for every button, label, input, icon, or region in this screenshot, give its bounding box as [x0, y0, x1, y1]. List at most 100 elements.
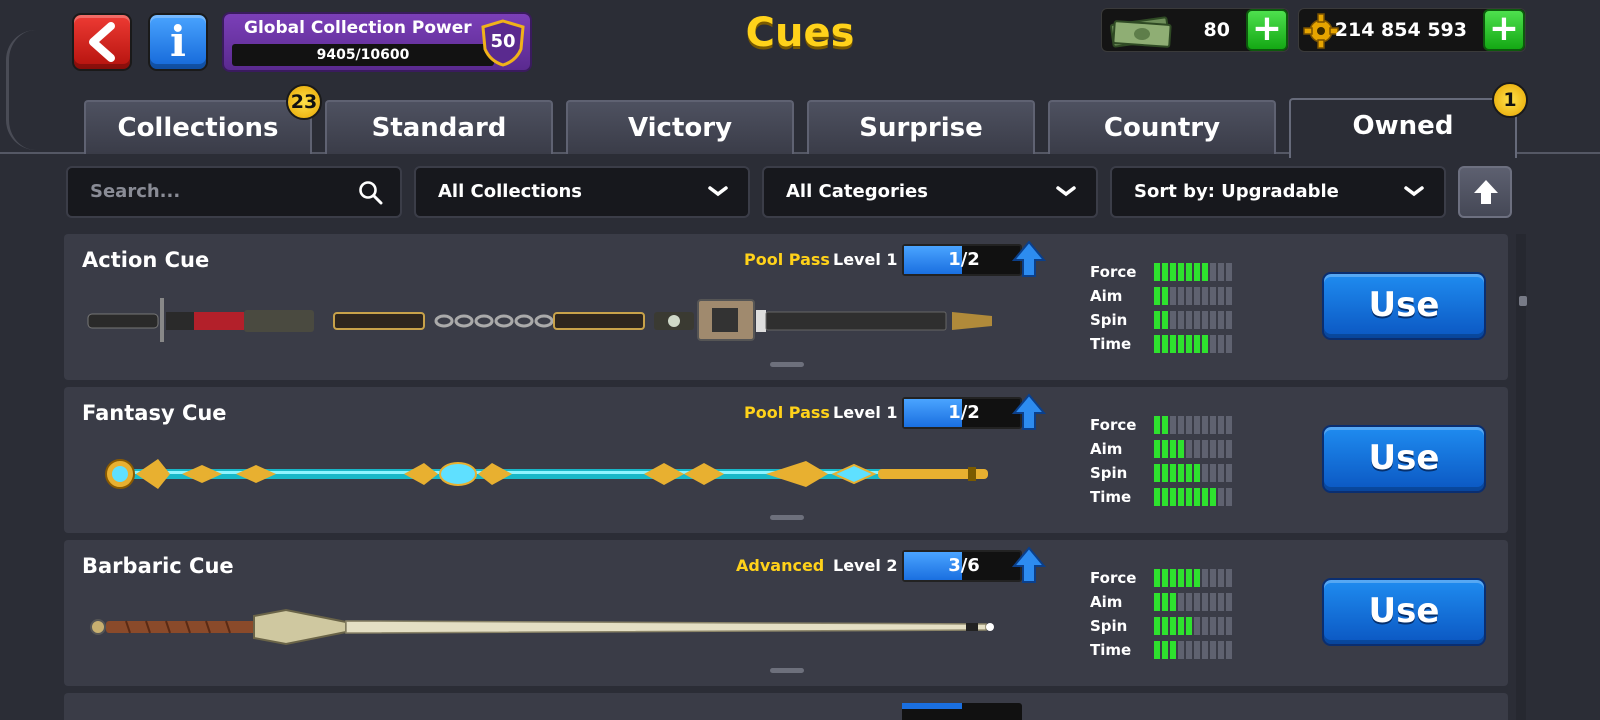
stat-segment	[1226, 488, 1232, 506]
stat-segment	[1210, 263, 1216, 281]
cash-display: 80 +	[1101, 8, 1289, 52]
stat-segment	[1162, 464, 1168, 482]
cue-name: Fantasy Cue	[82, 401, 227, 425]
stat-segment	[1218, 488, 1224, 506]
stat-segment	[1170, 416, 1176, 434]
upgrade-arrow-icon[interactable]	[1012, 393, 1046, 431]
stat-aim: Aim	[1090, 284, 1350, 308]
stat-bar	[1154, 311, 1232, 329]
stat-segment	[1186, 335, 1192, 353]
stat-segment	[1202, 263, 1208, 281]
tab-label: Country	[1103, 113, 1221, 143]
stat-segment	[1154, 335, 1160, 353]
stat-segment	[1210, 464, 1216, 482]
stat-segment	[1170, 335, 1176, 353]
stat-segment	[1162, 335, 1168, 353]
stat-segment	[1162, 311, 1168, 329]
stat-label: Time	[1090, 488, 1132, 506]
barbaric-cue-image	[90, 608, 994, 646]
stat-segment	[1194, 593, 1200, 611]
cue-card-partial[interactable]	[64, 693, 1508, 720]
categories-select[interactable]: All Categories	[762, 166, 1098, 218]
stat-segment	[1202, 593, 1208, 611]
stat-segment	[1202, 416, 1208, 434]
cue-progress-text: 1/2	[948, 249, 980, 270]
stat-segment	[1154, 569, 1160, 587]
cue-progress-bar: 3/6	[902, 550, 1022, 582]
level-shield-icon: 50	[480, 19, 526, 67]
cue-card-barbaric[interactable]: Barbaric Cue Advanced Level 2 3/6 Force …	[64, 540, 1508, 686]
stat-segment	[1226, 464, 1232, 482]
stat-segment	[1178, 311, 1184, 329]
expand-handle[interactable]	[770, 668, 804, 673]
stat-segment	[1186, 440, 1192, 458]
stat-segment	[1202, 464, 1208, 482]
back-button[interactable]	[72, 13, 132, 71]
stat-segment	[1178, 287, 1184, 305]
stat-segment	[1178, 593, 1184, 611]
stat-segment	[1194, 569, 1200, 587]
stat-segment	[1194, 311, 1200, 329]
tab-victory[interactable]: Victory	[566, 100, 794, 154]
info-button[interactable]: i	[148, 13, 208, 71]
tab-surprise[interactable]: Surprise	[807, 100, 1035, 154]
search-input[interactable]	[90, 181, 330, 202]
scrollbar-thumb[interactable]	[1519, 296, 1527, 306]
stat-segment	[1186, 569, 1192, 587]
global-collection-power[interactable]: Global Collection Power 9405/10600 50	[222, 12, 532, 72]
upgrade-arrow-icon[interactable]	[1012, 546, 1046, 584]
tab-country[interactable]: Country	[1048, 100, 1276, 154]
stat-segment	[1154, 311, 1160, 329]
stat-segment	[1170, 311, 1176, 329]
sort-select[interactable]: Sort by: Upgradable	[1110, 166, 1446, 218]
add-cash-button[interactable]: +	[1246, 9, 1288, 51]
stat-bar	[1154, 440, 1232, 458]
stat-segment	[1210, 287, 1216, 305]
stat-segment	[1194, 263, 1200, 281]
cash-icon	[1110, 16, 1172, 48]
scrollbar-track[interactable]	[1516, 234, 1526, 720]
search-box[interactable]	[66, 166, 402, 218]
sort-direction-button[interactable]	[1458, 166, 1512, 218]
stat-bar	[1154, 416, 1232, 434]
chevron-down-icon	[708, 186, 728, 197]
stat-segment	[1226, 335, 1232, 353]
use-button[interactable]: Use	[1322, 425, 1486, 493]
stat-segment	[1178, 440, 1184, 458]
gcp-progress: 9405/10600	[232, 44, 494, 66]
stat-segment	[1162, 641, 1168, 659]
tab-label: Surprise	[859, 113, 983, 143]
tab-owned[interactable]: Owned	[1289, 98, 1517, 158]
collections-select[interactable]: All Collections	[414, 166, 750, 218]
back-arrow-icon	[89, 22, 115, 62]
stat-segment	[1178, 335, 1184, 353]
stat-segment	[1210, 488, 1216, 506]
stat-segment	[1194, 416, 1200, 434]
stat-segment	[1186, 416, 1192, 434]
expand-handle[interactable]	[770, 515, 804, 520]
cue-card-fantasy[interactable]: Fantasy Cue Pool Pass Level 1 1/2 Force …	[64, 387, 1508, 533]
stat-segment	[1178, 263, 1184, 281]
stat-segment	[1154, 641, 1160, 659]
stat-segment	[1162, 263, 1168, 281]
expand-handle[interactable]	[770, 362, 804, 367]
cue-card-action[interactable]: Action Cue Pool Pass Level 1 1/2 Force A…	[64, 234, 1508, 380]
stat-label: Force	[1090, 416, 1137, 434]
use-button[interactable]: Use	[1322, 578, 1486, 646]
gcp-label: Global Collection Power	[244, 18, 472, 38]
stat-label: Spin	[1090, 311, 1128, 329]
stat-segment	[1154, 416, 1160, 434]
tab-standard[interactable]: Standard	[325, 100, 553, 154]
stat-segment	[1194, 641, 1200, 659]
use-button[interactable]: Use	[1322, 272, 1486, 340]
cue-tag: Pool Pass	[744, 403, 830, 422]
stat-segment	[1218, 641, 1224, 659]
tab-collections[interactable]: Collections	[84, 100, 312, 154]
coins-gear-icon	[1303, 13, 1339, 49]
upgrade-arrow-icon[interactable]	[1012, 240, 1046, 278]
stat-segment	[1162, 416, 1168, 434]
add-coins-button[interactable]: +	[1483, 9, 1525, 51]
stat-segment	[1154, 440, 1160, 458]
search-icon	[359, 181, 383, 205]
cue-name: Action Cue	[82, 248, 210, 272]
